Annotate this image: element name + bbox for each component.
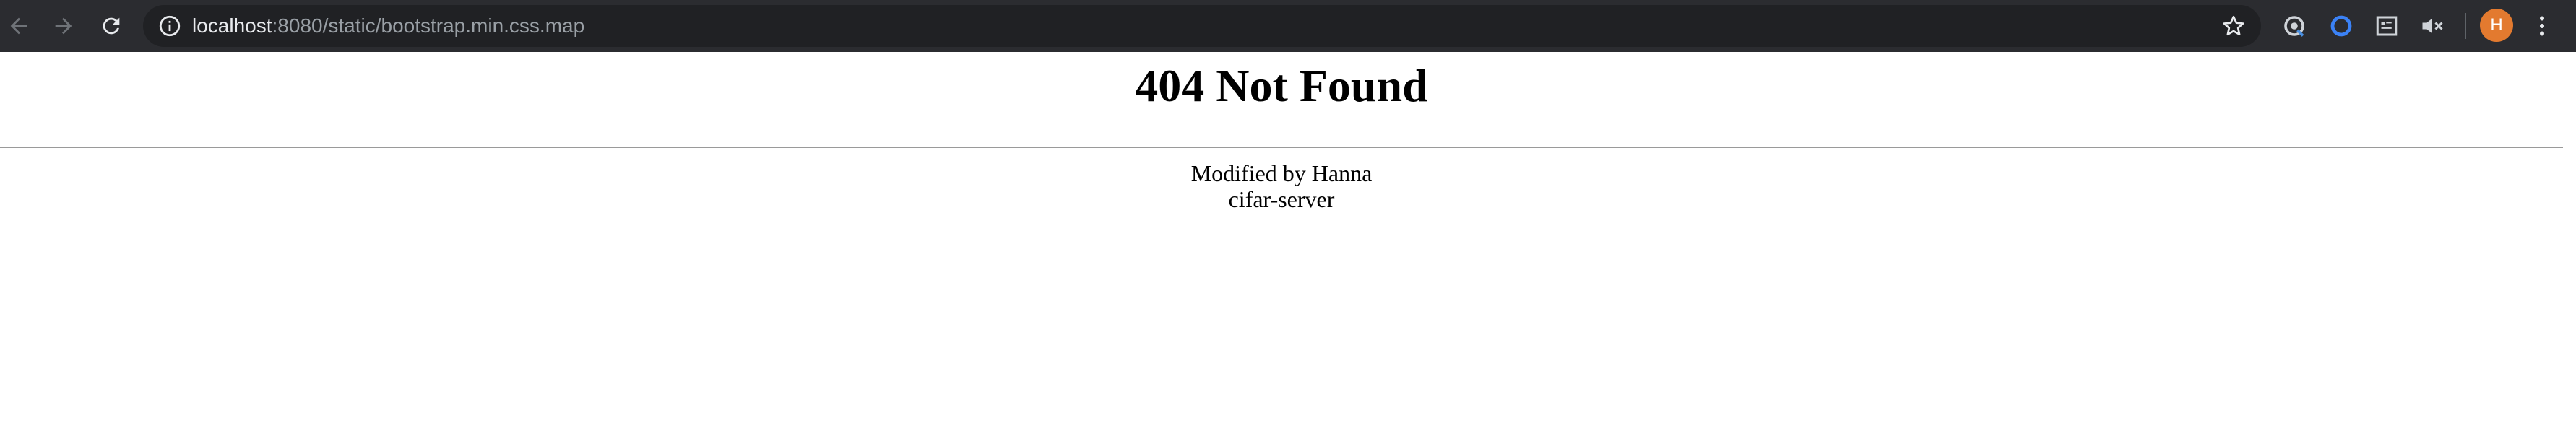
reload-icon (103, 17, 120, 35)
back-arrow-icon (10, 17, 27, 35)
address-bar[interactable]: localhost:8080/static/bootstrap.min.css.… (143, 5, 2261, 47)
extension-3-button[interactable] (2372, 11, 2402, 41)
kebab-menu-icon (2540, 16, 2544, 36)
info-icon[interactable] (157, 14, 182, 38)
extension-icon-3 (2376, 16, 2398, 36)
page-title: 404 Not Found (1135, 60, 1428, 111)
reload-button[interactable] (95, 10, 127, 42)
extension-2-button[interactable] (2326, 11, 2356, 41)
server-name-text: cifar-server (1228, 186, 1335, 212)
url-path: :8080/static/bootstrap.min.css.map (272, 14, 585, 37)
url-host: localhost (192, 14, 272, 37)
toolbar-separator (2465, 13, 2466, 39)
url-text[interactable]: localhost:8080/static/bootstrap.min.css.… (192, 5, 584, 47)
page-content: 404 Not Found Modified by Hanna cifar-se… (0, 52, 2576, 436)
profile-avatar[interactable]: H (2480, 9, 2513, 42)
browser-toolbar: localhost:8080/static/bootstrap.min.css.… (0, 0, 2576, 52)
modified-by-text: Modified by Hanna (1190, 160, 1373, 186)
forward-button[interactable] (48, 10, 79, 42)
star-icon[interactable] (2221, 13, 2247, 39)
browser-menu-button[interactable] (2527, 11, 2557, 41)
back-button[interactable] (3, 10, 35, 42)
extension-icon-2 (2330, 15, 2352, 37)
extension-1-button[interactable] (2279, 11, 2309, 41)
forward-arrow-icon (55, 17, 72, 35)
horizontal-rule (0, 147, 2563, 148)
extension-icon-1 (2284, 16, 2304, 37)
mute-icon (2422, 18, 2443, 34)
mute-tab-button[interactable] (2417, 11, 2447, 41)
